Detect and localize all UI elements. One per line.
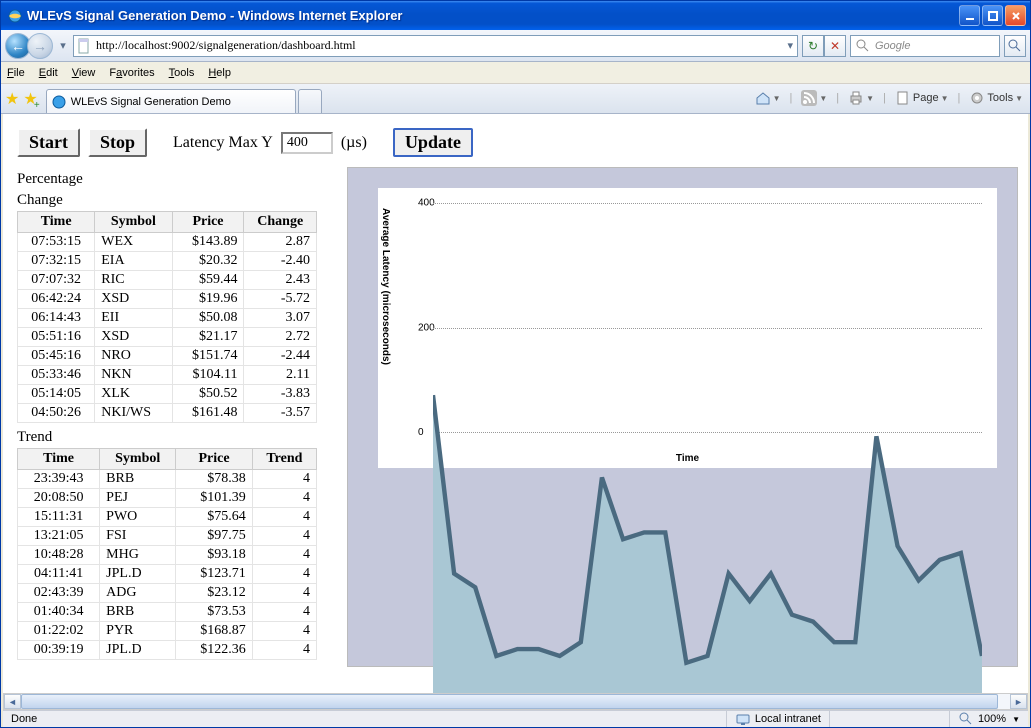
- pct-title-2: Change: [17, 192, 337, 209]
- table-row: 15:11:31PWO$75.644: [18, 508, 317, 527]
- latency-input[interactable]: [281, 132, 333, 154]
- pct-th-change: Change: [244, 212, 317, 233]
- ie-tab-icon: [51, 94, 67, 110]
- chart-y-title: Average Latency (microseconds): [380, 208, 391, 365]
- intranet-icon: [735, 711, 751, 727]
- trend-th-time: Time: [18, 449, 100, 470]
- tab-active[interactable]: WLEvS Signal Generation Demo: [46, 89, 296, 113]
- menu-bar: File Edit View Favorites Tools Help: [1, 62, 1030, 84]
- table-row: 01:40:34BRB$73.534: [18, 603, 317, 622]
- table-row: 06:42:24XSD$19.96-5.72: [18, 290, 317, 309]
- tools-menu[interactable]: Tools▼: [966, 88, 1026, 108]
- table-row: 05:51:16XSD$21.172.72: [18, 328, 317, 347]
- pct-table: Time Symbol Price Change 07:53:15WEX$143…: [17, 211, 317, 423]
- maximize-button[interactable]: [982, 5, 1003, 26]
- menu-help[interactable]: Help: [208, 67, 231, 79]
- table-row: 00:39:19JPL.D$122.364: [18, 641, 317, 660]
- new-tab-button[interactable]: [298, 89, 322, 113]
- status-zoom[interactable]: 100% ▼: [949, 711, 1028, 727]
- table-row: 05:33:46NKN$104.112.11: [18, 366, 317, 385]
- refresh-button[interactable]: ↻: [802, 35, 824, 57]
- trend-title: Trend: [17, 429, 337, 446]
- table-row: 20:08:50PEJ$101.394: [18, 489, 317, 508]
- home-button[interactable]: ▼: [752, 88, 784, 108]
- feeds-button[interactable]: ▼: [798, 88, 830, 108]
- scrollbar-thumb[interactable]: [21, 694, 998, 709]
- chart-plot: [433, 203, 982, 693]
- control-row: Start Stop Latency Max Y (µs) Update: [3, 114, 1028, 167]
- status-bar: Done Local intranet 100% ▼: [3, 710, 1028, 727]
- menu-tools[interactable]: Tools: [169, 67, 195, 79]
- table-row: 07:32:15EIA$20.32-2.40: [18, 252, 317, 271]
- menu-favorites[interactable]: Favorites: [109, 67, 154, 79]
- add-favorites-icon[interactable]: ★+: [23, 89, 37, 109]
- table-row: 23:39:43BRB$78.384: [18, 470, 317, 489]
- minimize-button[interactable]: [959, 5, 980, 26]
- table-row: 13:21:05FSI$97.754: [18, 527, 317, 546]
- page-menu[interactable]: Page▼: [892, 88, 952, 108]
- trend-th-trend: Trend: [252, 449, 316, 470]
- trend-th-symbol: Symbol: [100, 449, 176, 470]
- search-box[interactable]: Google: [850, 35, 1000, 57]
- table-row: 04:50:26NKI/WS$161.48-3.57: [18, 404, 317, 423]
- page-icon: [76, 38, 92, 54]
- latency-unit: (µs): [341, 134, 367, 152]
- print-button[interactable]: ▼: [845, 88, 877, 108]
- pct-th-time: Time: [18, 212, 95, 233]
- chart-x-title: Time: [378, 453, 997, 464]
- favorites-icon[interactable]: ★: [5, 89, 19, 109]
- pct-th-price: Price: [172, 212, 244, 233]
- pct-th-symbol: Symbol: [95, 212, 172, 233]
- scroll-right-icon[interactable]: ►: [1010, 694, 1027, 709]
- search-placeholder: Google: [875, 40, 910, 52]
- nav-history-dropdown[interactable]: ▾: [57, 39, 69, 52]
- address-bar[interactable]: ▾: [73, 35, 798, 57]
- scroll-left-icon[interactable]: ◄: [4, 694, 21, 709]
- table-row: 02:43:39ADG$23.124: [18, 584, 317, 603]
- menu-edit[interactable]: Edit: [39, 67, 58, 79]
- table-row: 07:53:15WEX$143.892.87: [18, 233, 317, 252]
- table-row: 06:14:43EII$50.083.07: [18, 309, 317, 328]
- table-row: 05:14:05XLK$50.52-3.83: [18, 385, 317, 404]
- trend-table: Time Symbol Price Trend 23:39:43BRB$78.3…: [17, 448, 317, 660]
- horizontal-scrollbar[interactable]: ◄ ►: [3, 693, 1028, 710]
- status-text: Done: [3, 711, 303, 727]
- menu-view[interactable]: View: [72, 67, 96, 79]
- chart: Average Latency (microseconds) 400 200 0…: [378, 188, 997, 468]
- table-row: 05:45:16NRO$151.74-2.44: [18, 347, 317, 366]
- table-row: 07:07:32RIC$59.442.43: [18, 271, 317, 290]
- forward-button[interactable]: →: [27, 33, 53, 59]
- update-button[interactable]: Update: [393, 128, 473, 157]
- table-row: 01:22:02PYR$168.874: [18, 622, 317, 641]
- table-row: 10:48:28MHG$93.184: [18, 546, 317, 565]
- command-bar: ▼ | ▼ | ▼ | Page▼ | Tools▼: [752, 88, 1026, 108]
- url-input[interactable]: [94, 37, 785, 54]
- close-button[interactable]: [1005, 5, 1026, 26]
- start-button[interactable]: Start: [17, 128, 80, 157]
- tab-title: WLEvS Signal Generation Demo: [71, 96, 231, 108]
- window-title: WLEvS Signal Generation Demo - Windows I…: [27, 8, 959, 23]
- chart-pane: Average Latency (microseconds) 400 200 0…: [347, 167, 1018, 667]
- status-protected: [829, 711, 949, 727]
- nav-bar: ← → ▾ ▾ ↻ ✕ Google: [1, 30, 1030, 62]
- menu-file[interactable]: File: [7, 67, 25, 79]
- zoom-icon: [958, 711, 974, 727]
- page-content: Start Stop Latency Max Y (µs) Update Per…: [3, 114, 1028, 693]
- ytick-0: 0: [418, 427, 424, 438]
- pct-title-1: Percentage: [17, 171, 337, 188]
- stop-button[interactable]: ✕: [824, 35, 846, 57]
- trend-th-price: Price: [176, 449, 253, 470]
- table-row: 04:11:41JPL.D$123.714: [18, 565, 317, 584]
- status-zone: Local intranet: [726, 711, 829, 727]
- stop-button-app[interactable]: Stop: [88, 128, 147, 157]
- tab-bar: ★ ★+ WLEvS Signal Generation Demo ▼ | ▼ …: [1, 84, 1030, 114]
- url-dropdown-icon[interactable]: ▾: [785, 39, 795, 52]
- search-go-button[interactable]: [1004, 35, 1026, 57]
- title-bar: WLEvS Signal Generation Demo - Windows I…: [1, 1, 1030, 30]
- latency-label: Latency Max Y: [173, 134, 273, 152]
- ie-icon: [7, 8, 23, 24]
- browser-window: WLEvS Signal Generation Demo - Windows I…: [0, 0, 1031, 728]
